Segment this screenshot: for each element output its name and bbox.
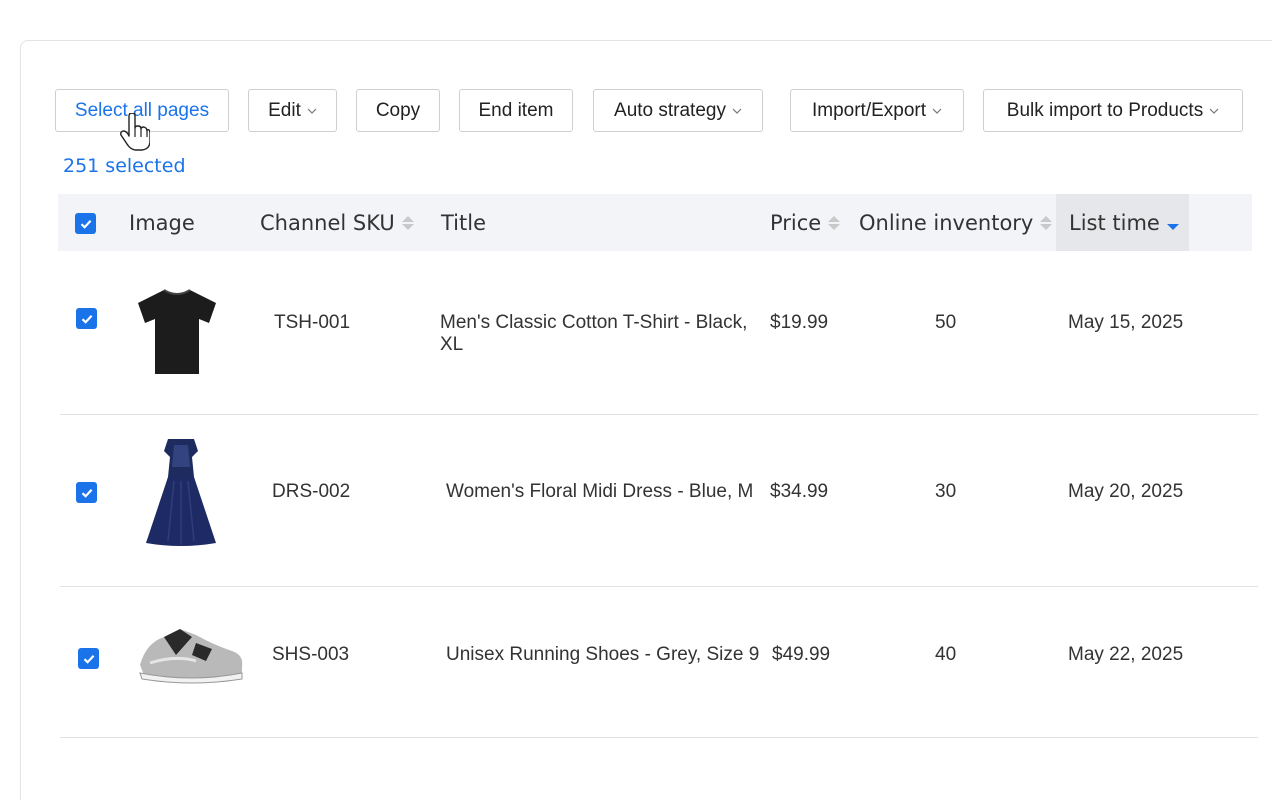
product-thumbnail-black-tshirt[interactable] — [134, 287, 220, 377]
bulk-import-dropdown-button[interactable]: Bulk import to Products — [983, 89, 1243, 132]
import-export-dropdown-button[interactable]: Import/Export — [790, 89, 964, 132]
row-checkbox[interactable] — [78, 648, 99, 669]
row-divider — [60, 737, 1258, 738]
edit-dropdown-button[interactable]: Edit — [248, 89, 337, 132]
sort-arrows-icon[interactable] — [401, 215, 414, 230]
sku-cell: TSH-001 — [274, 312, 351, 333]
title-cell: Unisex Running Shoes - Grey, Size 9 — [446, 644, 760, 665]
header-channel-sku[interactable]: Channel SKU — [260, 194, 414, 251]
title-cell: Men's Classic Cotton T-Shirt - Black, XL — [440, 312, 748, 355]
end-item-label: End item — [478, 99, 554, 121]
auto-strategy-label: Auto strategy — [614, 99, 726, 121]
sku-cell: SHS-003 — [272, 644, 350, 665]
header-price[interactable]: Price — [770, 194, 841, 251]
header-channel-sku-label: Channel SKU — [260, 210, 395, 235]
chevron-down-icon — [307, 106, 317, 116]
copy-label: Copy — [375, 99, 421, 121]
product-thumbnail-blue-dress[interactable] — [144, 437, 218, 549]
select-all-pages-label: Select all pages — [74, 99, 210, 121]
header-title-label: Title — [441, 210, 487, 235]
table-row[interactable]: DRS-002 Women's Floral Midi Dress - Blue… — [58, 415, 1258, 587]
header-online-inventory[interactable]: Online inventory — [859, 194, 1053, 251]
end-item-button[interactable]: End item — [459, 89, 573, 132]
checkbox-checked-icon — [83, 654, 94, 664]
bulk-action-toolbar: Select all pages Edit Copy End item Auto… — [0, 89, 1272, 133]
header-list-time-label: List time — [1069, 210, 1160, 235]
sku-cell: DRS-002 — [272, 481, 351, 502]
title-cell: Women's Floral Midi Dress - Blue, M — [446, 481, 754, 502]
header-price-label: Price — [770, 210, 822, 235]
table-row[interactable]: SHS-003 Unisex Running Shoes - Grey, Siz… — [58, 587, 1258, 738]
inventory-cell: 40 — [935, 644, 957, 665]
list-time-cell: May 22, 2025 — [1068, 644, 1184, 665]
chevron-down-icon — [932, 106, 942, 116]
header-image: Image — [129, 194, 195, 251]
list-time-cell: May 20, 2025 — [1068, 481, 1184, 502]
checkbox-checked-icon — [81, 488, 92, 498]
import-export-label: Import/Export — [811, 99, 927, 121]
price-cell: $49.99 — [772, 644, 831, 665]
table-row[interactable]: TSH-001 Men's Classic Cotton T-Shirt - B… — [58, 251, 1258, 415]
chevron-down-icon — [1209, 106, 1219, 116]
header-list-time[interactable]: List time — [1069, 194, 1179, 251]
chevron-down-icon — [732, 106, 742, 116]
header-online-inventory-label: Online inventory — [859, 210, 1034, 235]
selected-count: 251 selected — [63, 155, 186, 177]
copy-button[interactable]: Copy — [356, 89, 440, 132]
product-thumbnail-grey-shoes[interactable] — [136, 625, 246, 685]
header-image-label: Image — [129, 210, 195, 235]
price-cell: $19.99 — [770, 312, 829, 333]
checkbox-checked-icon — [80, 219, 91, 229]
select-all-checkbox[interactable] — [75, 213, 96, 234]
auto-strategy-dropdown-button[interactable]: Auto strategy — [593, 89, 763, 132]
bulk-import-label: Bulk import to Products — [1006, 99, 1204, 121]
sort-arrows-icon[interactable] — [828, 215, 841, 230]
sort-arrows-icon[interactable] — [1040, 215, 1053, 230]
row-checkbox[interactable] — [76, 482, 97, 503]
edit-label: Edit — [268, 99, 301, 121]
price-cell: $34.99 — [770, 481, 829, 502]
sort-desc-icon[interactable] — [1166, 216, 1179, 230]
checkbox-checked-icon — [81, 314, 92, 324]
select-all-pages-button[interactable]: Select all pages — [55, 89, 229, 132]
inventory-cell: 30 — [935, 481, 957, 502]
row-checkbox[interactable] — [76, 308, 97, 329]
inventory-cell: 50 — [935, 312, 957, 333]
list-time-cell: May 15, 2025 — [1068, 312, 1184, 333]
header-title: Title — [441, 194, 486, 251]
table-header: Image Channel SKU Title Price Online inv… — [58, 194, 1252, 251]
